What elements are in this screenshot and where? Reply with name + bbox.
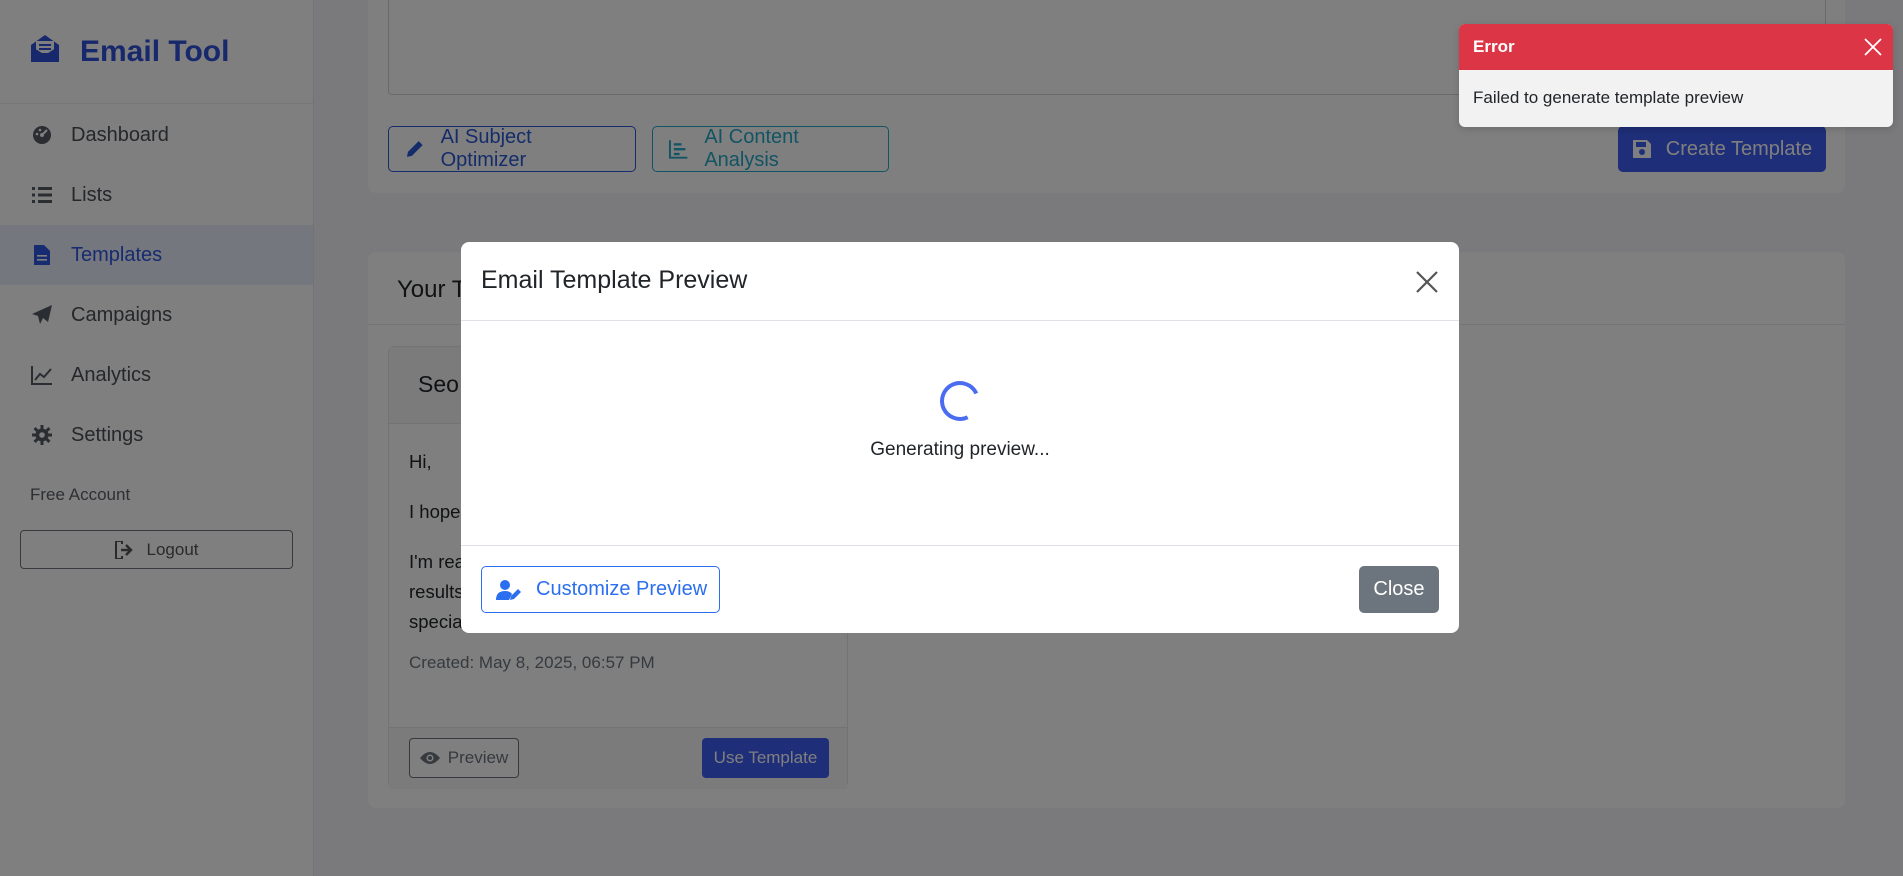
modal-header: Email Template Preview	[461, 242, 1459, 321]
email-template-preview-modal: Email Template Preview Generating previe…	[461, 242, 1459, 633]
modal-body: Generating preview...	[461, 321, 1459, 546]
toast-header: Error	[1459, 24, 1893, 70]
customize-preview-label: Customize Preview	[536, 578, 708, 600]
loading-spinner-icon	[934, 375, 986, 427]
error-toast: Error Failed to generate template previe…	[1459, 24, 1893, 127]
customize-preview-button[interactable]: Customize Preview	[481, 566, 720, 613]
modal-close-button[interactable]	[1413, 268, 1441, 296]
toast-close-button[interactable]	[1861, 35, 1885, 59]
toast-message: Failed to generate template preview	[1473, 88, 1744, 107]
user-edit-icon	[496, 579, 521, 600]
modal-footer: Customize Preview Close	[461, 546, 1459, 633]
toast-title: Error	[1473, 37, 1515, 56]
loading-text: Generating preview...	[870, 439, 1050, 460]
close-icon	[1864, 38, 1882, 56]
modal-title: Email Template Preview	[481, 266, 748, 294]
close-button[interactable]: Close	[1359, 566, 1439, 613]
close-icon	[1416, 271, 1438, 293]
